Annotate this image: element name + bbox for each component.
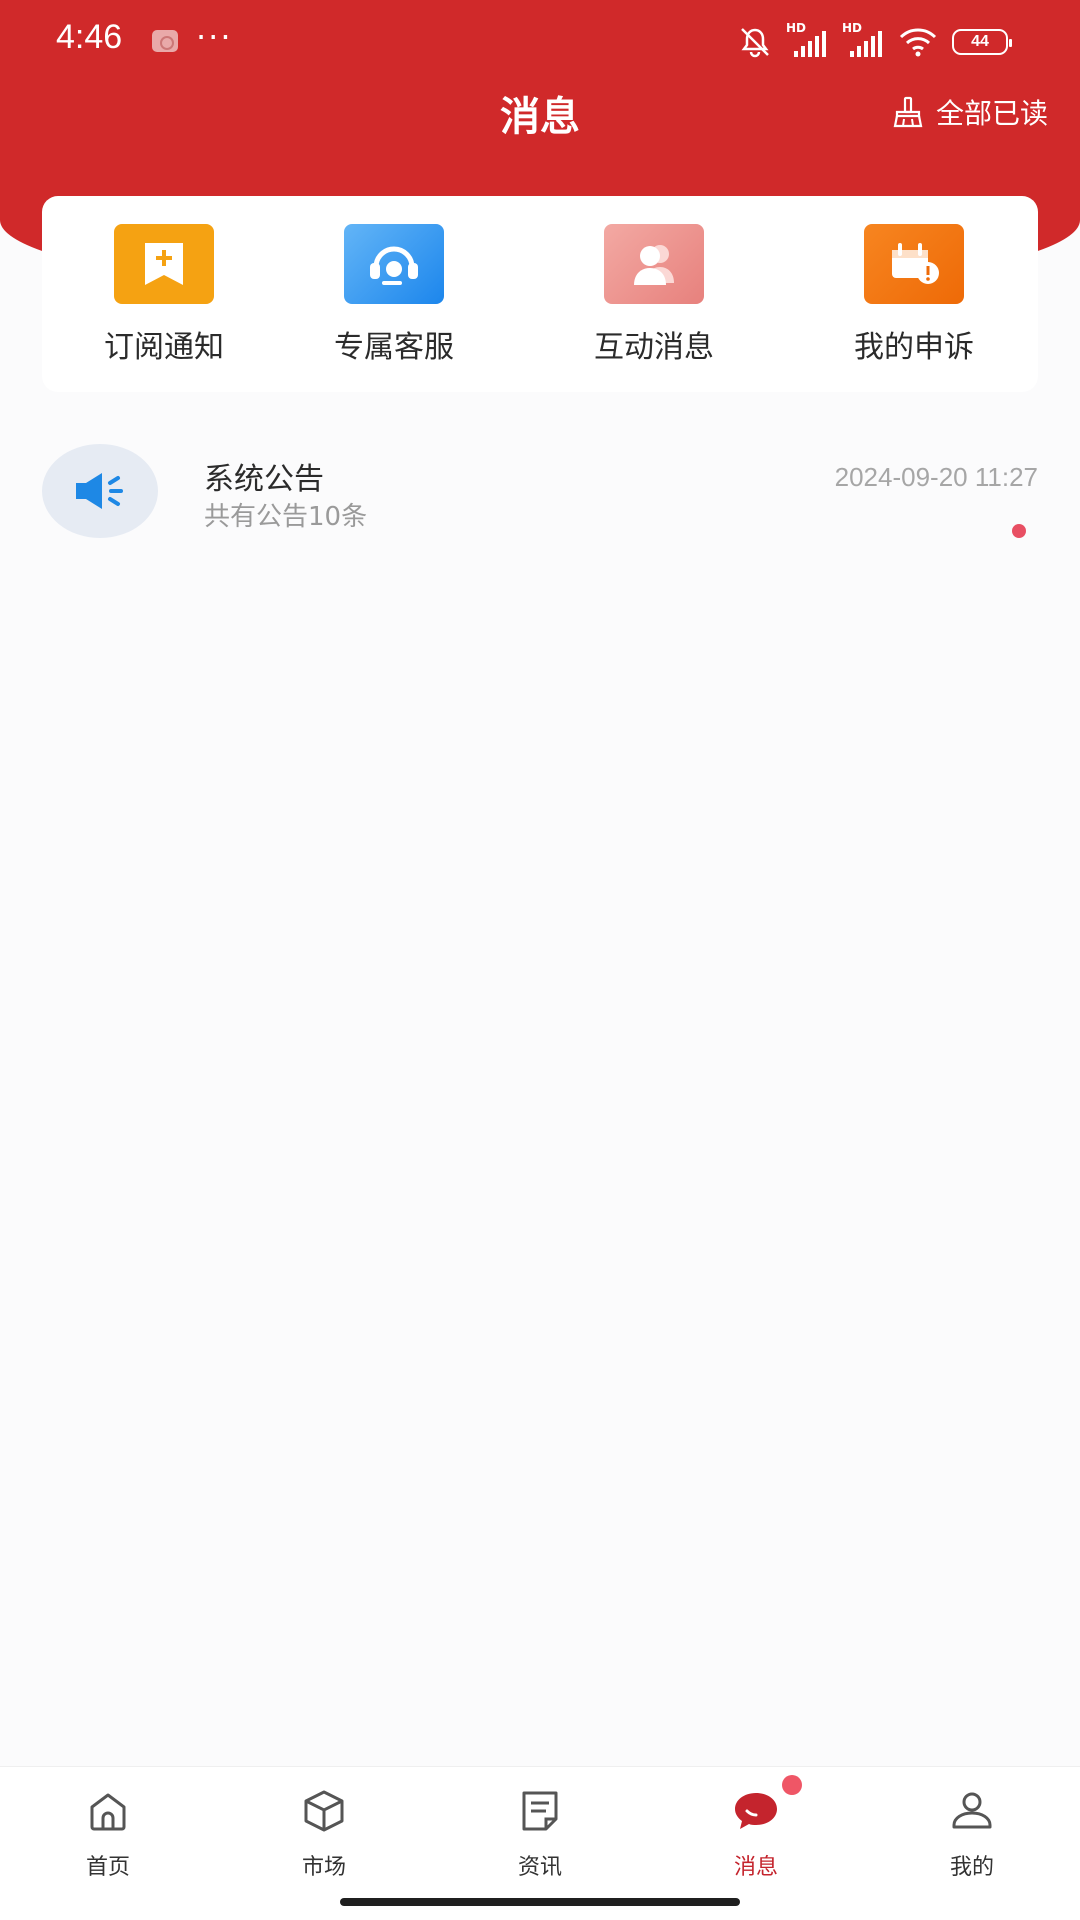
status-indicators: HD HD 44	[738, 21, 1012, 62]
message-title: 系统公告	[204, 462, 324, 497]
quick-entry-label: 互动消息	[594, 330, 714, 365]
nav-label: 市场	[301, 1855, 346, 1880]
signal-strength-icon: HD	[786, 21, 828, 59]
nav-label: 消息	[733, 1855, 778, 1880]
signal-hd-label: HD	[786, 21, 807, 35]
chat-icon	[732, 1775, 802, 1835]
bookmark-plus-icon	[114, 224, 214, 304]
quick-entry-label: 专属客服	[334, 330, 454, 365]
nav-item-home[interactable]: 首页	[28, 1787, 188, 1881]
message-item-system-announcement[interactable]: 系统公告 共有公告10条 2024-09-20 11:27	[42, 440, 1038, 546]
broom-icon	[893, 96, 923, 128]
user-icon	[948, 1787, 996, 1835]
quick-entry-appeal[interactable]: 我的申诉	[814, 224, 1014, 366]
nav-item-news[interactable]: 资讯	[460, 1787, 620, 1881]
quick-entry-card: 订阅通知 专属客服 互动消息 我的申诉	[42, 196, 1038, 392]
message-time: 2024-09-20 11:27	[834, 462, 1038, 492]
quick-entry-customer-service[interactable]: 专属客服	[294, 224, 494, 366]
wifi-icon	[899, 28, 937, 57]
messages-badge	[782, 1775, 802, 1795]
quick-entry-label: 订阅通知	[104, 330, 224, 365]
status-bar: 4:46 ··· HD HD 44	[0, 0, 1080, 80]
more-notifications-icon: ···	[196, 18, 233, 56]
notification-app-icon	[152, 30, 178, 52]
quick-entry-label: 我的申诉	[854, 330, 974, 365]
bell-muted-icon	[741, 28, 769, 58]
message-subtitle: 共有公告10条	[204, 502, 368, 532]
nav-item-market[interactable]: 市场	[244, 1787, 404, 1881]
nav-label: 首页	[85, 1855, 130, 1880]
bottom-navigation: 首页 市场 资讯 消息 我的	[0, 1766, 1080, 1920]
unread-dot	[1012, 524, 1026, 538]
headset-icon	[344, 224, 444, 304]
status-time: 4:46	[56, 18, 123, 56]
mark-all-read-button[interactable]: 全部已读	[892, 92, 1048, 132]
home-indicator[interactable]	[340, 1898, 740, 1906]
mark-all-read-label: 全部已读	[935, 97, 1048, 130]
nav-label: 资讯	[517, 1855, 562, 1880]
nav-item-messages[interactable]: 消息	[676, 1775, 836, 1881]
signal-hd-label-2: HD	[842, 21, 863, 35]
battery-level: 44	[971, 33, 989, 50]
quick-entry-interaction[interactable]: 互动消息	[554, 224, 754, 366]
users-icon	[604, 224, 704, 304]
box-icon	[300, 1787, 348, 1835]
quick-entry-subscription[interactable]: 订阅通知	[64, 224, 264, 366]
signal-strength-icon-2: HD	[842, 21, 884, 59]
document-icon	[516, 1787, 564, 1835]
calendar-alert-icon	[864, 224, 964, 304]
battery-icon: 44	[952, 29, 1012, 55]
nav-item-profile[interactable]: 我的	[892, 1787, 1052, 1881]
home-icon	[84, 1787, 132, 1835]
megaphone-icon	[42, 444, 158, 538]
nav-label: 我的	[949, 1855, 994, 1880]
